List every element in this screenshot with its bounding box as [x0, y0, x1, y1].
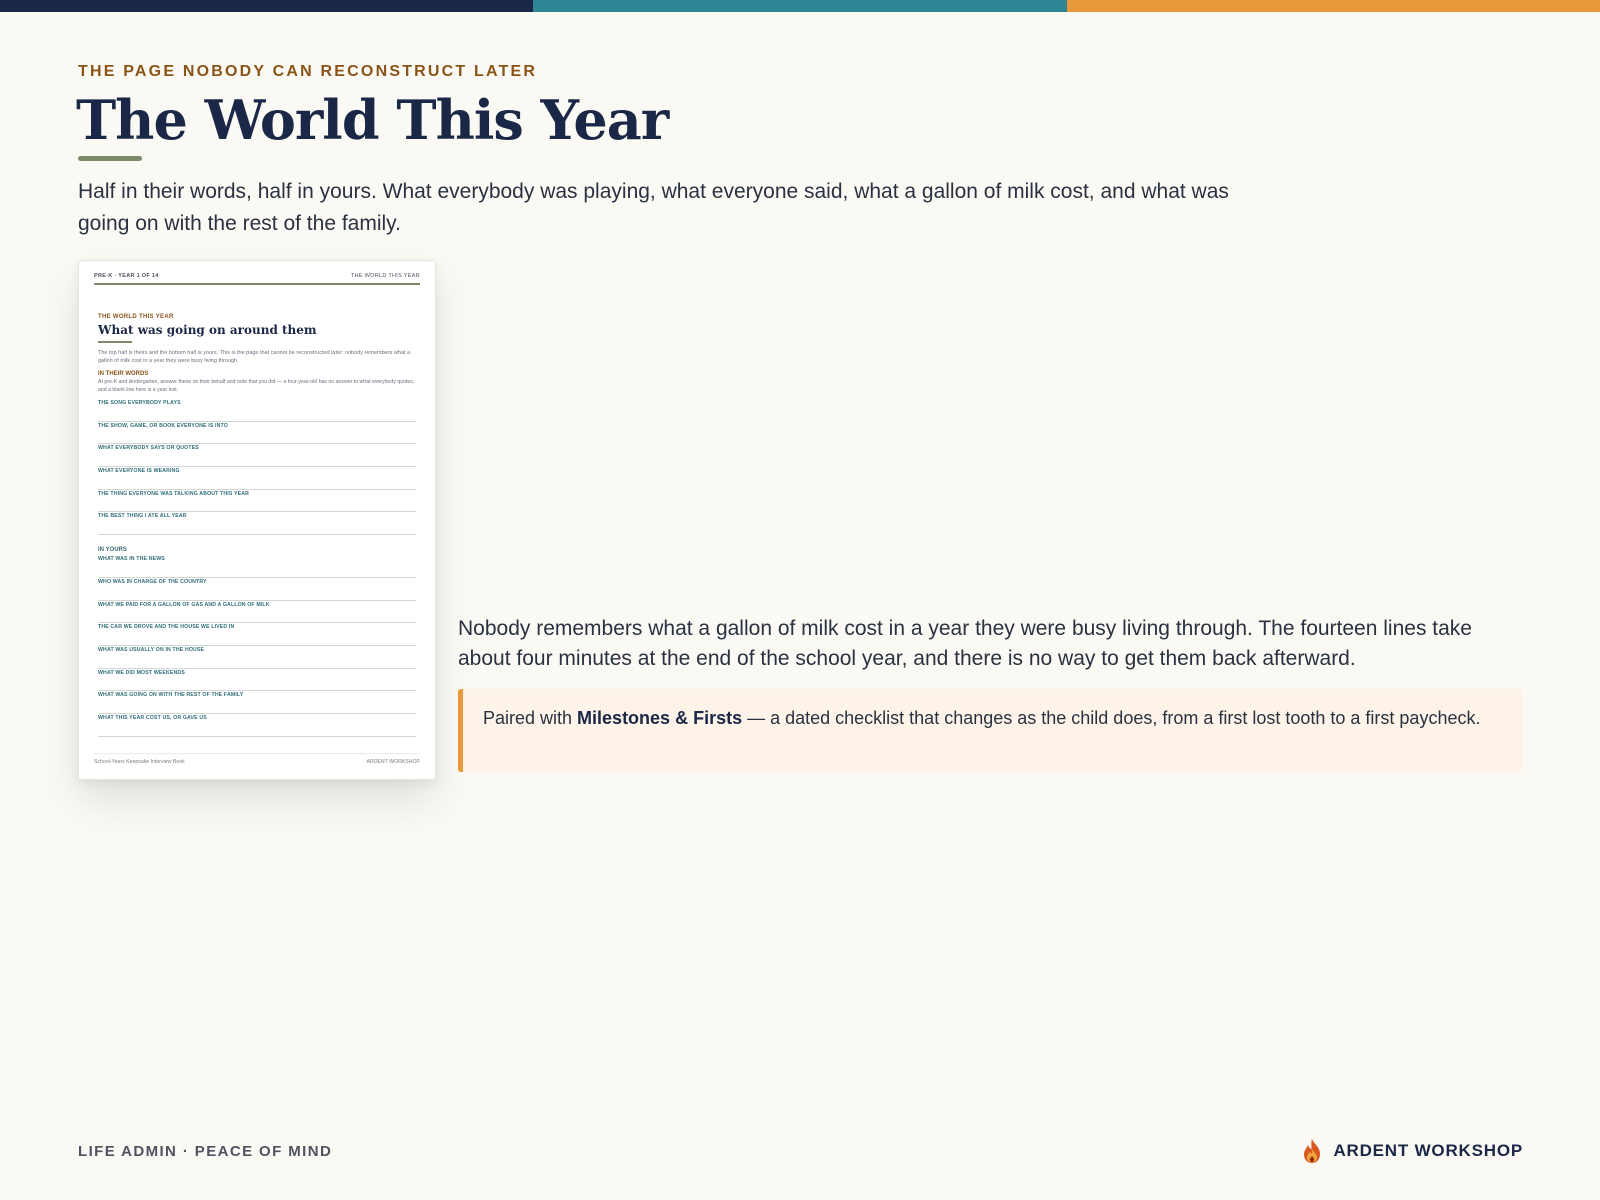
- preview-kicker: THE WORLD THIS YEAR: [98, 314, 174, 320]
- preview-field: WHAT WE DID MOST WEEKENDS: [98, 669, 416, 692]
- preview-field: WHAT THIS YEAR COST US, OR GAVE US: [98, 714, 416, 737]
- preview-field: THE CAR WE DROVE AND THE HOUSE WE LIVED …: [98, 623, 416, 646]
- preview-field: WHAT WAS USUALLY ON IN THE HOUSE: [98, 646, 416, 669]
- preview-footer-left: School-Years Keepsake Interview Book: [94, 759, 185, 765]
- preview-field-label: WHAT WAS USUALLY ON IN THE HOUSE: [98, 646, 205, 653]
- top-color-bar: [0, 0, 1600, 12]
- title-underline: [78, 156, 142, 161]
- preview-field-label: THE SHOW, GAME, OR BOOK EVERYONE IS INTO: [98, 422, 228, 429]
- page-lede: Half in their words, half in yours. What…: [78, 180, 1229, 235]
- flame-icon: [1304, 1139, 1321, 1163]
- preview-field-label: THE SONG EVERYBODY PLAYS: [98, 400, 181, 406]
- top-bar-navy-segment: [0, 0, 534, 12]
- preview-field: WHAT WE PAID FOR A GALLON OF GAS AND A G…: [98, 601, 416, 624]
- preview-theirs-fields: THE SONG EVERYBODY PLAYS THE SHOW, GAME,…: [98, 399, 416, 536]
- preview-field-label: WHAT WAS IN THE NEWS: [98, 556, 165, 563]
- preview-field-label: THE THING EVERYONE WAS TALKING ABOUT THI…: [98, 490, 250, 497]
- preview-field-label: WHAT EVERYBODY SAYS OR QUOTES: [98, 445, 199, 452]
- preview-field: WHO WAS IN CHARGE OF THE COUNTRY: [98, 578, 416, 601]
- footer-tagline: LIFE ADMIN · PEACE OF MIND: [78, 1143, 333, 1160]
- preview-header-left: PRE-K · YEAR 1 OF 14: [94, 273, 159, 279]
- page-kicker: THE PAGE NOBODY CAN RECONSTRUCT LATER: [78, 63, 538, 80]
- preview-field-label: THE CAR WE DROVE AND THE HOUSE WE LIVED …: [98, 624, 235, 631]
- body-paragraph: Nobody remembers what a gallon of milk c…: [458, 617, 1472, 670]
- preview-field-label: WHAT EVERYONE IS WEARING: [98, 468, 180, 475]
- preview-field-label: WHAT WAS GOING ON WITH THE REST OF THE F…: [98, 692, 244, 699]
- preview-intro: The top half is theirs and the bottom ha…: [98, 350, 411, 364]
- preview-field-label: WHAT WE PAID FOR A GALLON OF GAS AND A G…: [98, 601, 270, 608]
- footer-brand-name: ARDENT WORKSHOP: [1333, 1141, 1523, 1160]
- callout-product-name: Milestones & Firsts: [577, 708, 743, 728]
- preview-footer-right: ARDENT WORKSHOP: [366, 759, 420, 765]
- preview-field-label: WHO WAS IN CHARGE OF THE COUNTRY: [98, 578, 207, 585]
- preview-section-theirs: IN THEIR WORDS: [98, 371, 149, 377]
- callout-suffix: — a dated checklist that changes as the …: [742, 708, 1481, 728]
- preview-title: What was going on around them: [98, 323, 317, 337]
- page-title: The World This Year: [76, 88, 669, 152]
- preview-section-yours: IN YOURS: [98, 547, 127, 554]
- page-preview-thumbnail: PRE-K · YEAR 1 OF 14 THE WORLD THIS YEAR…: [78, 260, 436, 780]
- paired-with-callout: Paired with Milestones & Firsts — a date…: [458, 689, 1522, 772]
- preview-field: THE BEST THING I ATE ALL YEAR: [98, 512, 416, 536]
- preview-field: WHAT WAS IN THE NEWS: [98, 555, 416, 578]
- preview-field-label: WHAT WE DID MOST WEEKENDS: [98, 669, 185, 676]
- preview-footer: School-Years Keepsake Interview Book ARD…: [94, 753, 420, 765]
- preview-field: THE SONG EVERYBODY PLAYS: [98, 399, 416, 422]
- preview-yours-fields: WHAT WAS IN THE NEWS WHO WAS IN CHARGE O…: [98, 555, 416, 737]
- preview-field-label: THE BEST THING I ATE ALL YEAR: [98, 513, 187, 520]
- callout-prefix: Paired with: [483, 708, 578, 728]
- preview-field: WHAT EVERYONE IS WEARING: [98, 467, 416, 490]
- top-bar-orange-segment: [1066, 0, 1600, 12]
- preview-section-theirs-note: At pre-K and kindergarten, answer these …: [98, 379, 415, 393]
- preview-header-rule: [94, 283, 420, 285]
- footer-brand: ARDENT WORKSHOP: [1301, 1138, 1523, 1164]
- preview-header-right: THE WORLD THIS YEAR: [350, 273, 420, 279]
- preview-body: THE WORLD THIS YEAR What was going on ar…: [98, 314, 416, 737]
- preview-field: THE SHOW, GAME, OR BOOK EVERYONE IS INTO: [98, 422, 416, 445]
- preview-header: PRE-K · YEAR 1 OF 14 THE WORLD THIS YEAR: [94, 273, 420, 279]
- preview-field: WHAT EVERYBODY SAYS OR QUOTES: [98, 444, 416, 468]
- preview-title-rule: [98, 341, 132, 343]
- preview-field: WHAT WAS GOING ON WITH THE REST OF THE F…: [98, 691, 416, 714]
- preview-field-label: WHAT THIS YEAR COST US, OR GAVE US: [98, 714, 207, 721]
- preview-field: THE THING EVERYONE WAS TALKING ABOUT THI…: [98, 490, 416, 513]
- top-bar-teal-segment: [533, 0, 1067, 12]
